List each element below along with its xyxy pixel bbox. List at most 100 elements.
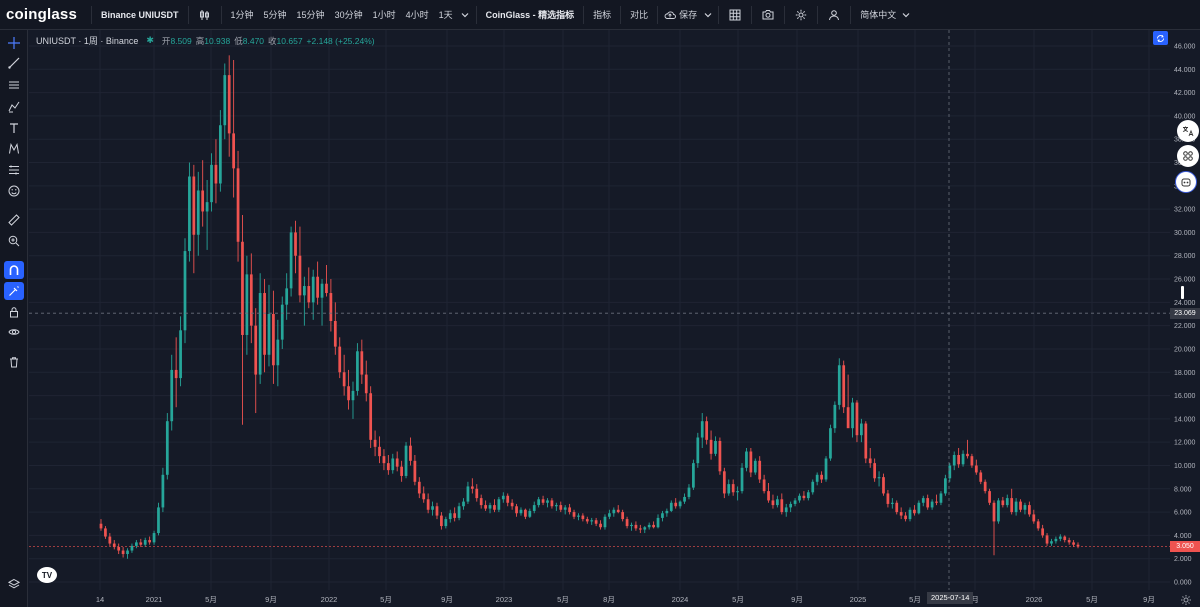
apps-button[interactable] xyxy=(1177,145,1199,167)
price-tick-label: 4.000 xyxy=(1174,533,1192,540)
candle-body xyxy=(696,437,700,464)
candle-body xyxy=(108,536,112,544)
legend-symbol[interactable]: UNIUSDT · 1周 · Binance xyxy=(36,34,138,47)
candle-body xyxy=(829,428,832,459)
candle-body xyxy=(117,547,121,551)
candle-body xyxy=(877,477,881,479)
candle-body xyxy=(444,519,448,527)
pair-title[interactable]: Binance UNIUSDT xyxy=(96,0,184,30)
pattern-icon[interactable] xyxy=(4,140,24,158)
price-tick-label: 32.000 xyxy=(1174,207,1196,214)
text-icon[interactable] xyxy=(4,119,24,137)
coinglass-logo[interactable]: coinglass xyxy=(0,6,87,23)
magnet-icon[interactable] xyxy=(4,261,24,279)
lock-icon[interactable] xyxy=(4,303,24,321)
layout-grid-icon[interactable] xyxy=(723,0,747,30)
candle-body xyxy=(749,451,753,473)
price-axis-handle[interactable] xyxy=(1181,286,1184,299)
interval-30m[interactable]: 30分钟 xyxy=(330,0,368,30)
chevron-down-icon[interactable] xyxy=(702,0,714,30)
time-tick-label: 2024 xyxy=(672,595,689,604)
time-axis-settings-icon[interactable] xyxy=(1180,593,1192,605)
layers-icon[interactable] xyxy=(4,575,24,593)
tradingview-logo[interactable]: TV xyxy=(37,567,57,583)
translate-button[interactable] xyxy=(1177,120,1199,142)
candle-body xyxy=(581,515,585,520)
user-icon[interactable] xyxy=(822,0,846,30)
candle-body xyxy=(223,75,227,126)
candle-body xyxy=(992,502,996,522)
emoji-icon[interactable] xyxy=(4,182,24,200)
legend-change-value: +2.148 (+25.24%) xyxy=(306,35,375,46)
candle-body xyxy=(616,509,620,513)
gear-icon[interactable] xyxy=(789,0,813,30)
candlestick-chart[interactable] xyxy=(29,30,1170,590)
candle-body xyxy=(974,465,978,473)
candle-body xyxy=(227,75,231,134)
candle-body xyxy=(864,423,868,459)
eye-icon[interactable] xyxy=(4,323,24,341)
chevron-down-icon[interactable] xyxy=(901,0,911,30)
chevron-down-icon[interactable] xyxy=(458,0,472,30)
cloud-save-icon[interactable] xyxy=(662,0,678,30)
candle-body xyxy=(1014,501,1018,513)
interval-5m[interactable]: 5分钟 xyxy=(259,0,292,30)
candle-body xyxy=(294,232,297,256)
candle-body xyxy=(196,190,200,235)
brush-icon[interactable] xyxy=(4,98,24,116)
camera-icon[interactable] xyxy=(756,0,780,30)
lock-drawing-icon[interactable] xyxy=(4,282,24,300)
candle-body xyxy=(382,456,386,464)
interval-4h[interactable]: 4小时 xyxy=(401,0,434,30)
compare-button[interactable]: 对比 xyxy=(625,0,653,30)
divider xyxy=(91,5,92,24)
divider xyxy=(187,5,189,24)
candle-body xyxy=(413,460,417,482)
candle-body xyxy=(152,533,156,543)
zoom-in-icon[interactable] xyxy=(4,232,24,250)
language-select[interactable]: 简体中文 xyxy=(855,0,901,30)
divider xyxy=(817,5,819,24)
indicators-button[interactable]: 指标 xyxy=(588,0,616,30)
interval-1h[interactable]: 1小时 xyxy=(368,0,401,30)
ruler-icon[interactable] xyxy=(4,211,24,229)
interval-1d[interactable]: 1天 xyxy=(434,0,458,30)
candle-body xyxy=(179,330,182,379)
candle-body xyxy=(143,540,147,545)
auto-scale-button[interactable] xyxy=(1153,31,1168,45)
interval-1m[interactable]: 1分钟 xyxy=(226,0,259,30)
price-tick-label: 8.000 xyxy=(1174,486,1192,493)
candle-body xyxy=(745,451,748,468)
candle xyxy=(988,488,991,506)
trash-icon[interactable] xyxy=(4,353,24,371)
candle-body xyxy=(1010,498,1014,513)
candle-body xyxy=(771,500,775,506)
candles-compare-icon[interactable] xyxy=(193,0,217,30)
trend-line-icon[interactable] xyxy=(4,54,24,72)
parallel-lines-icon[interactable] xyxy=(4,76,24,94)
coinglass-indicators-button[interactable]: CoinGlass - 精选指标 xyxy=(481,0,580,30)
candle-body xyxy=(1072,542,1075,545)
legend-low-value: 8.470 xyxy=(242,35,265,46)
candle-body xyxy=(789,503,793,508)
crosshair-icon[interactable] xyxy=(4,34,24,52)
candle-body xyxy=(656,517,660,528)
candle-body xyxy=(780,499,784,513)
candle-body xyxy=(621,512,625,520)
apps-icon xyxy=(1183,151,1193,161)
candle-body xyxy=(568,507,571,513)
time-axis[interactable]: 14 2021 5月 9月 2022 5月 9月 2023 5月 8月 2024 5月 9月 2025 5月… xyxy=(29,590,1200,607)
candle-body xyxy=(241,241,244,335)
assistant-button[interactable] xyxy=(1175,171,1197,193)
interval-15m[interactable]: 15分钟 xyxy=(292,0,330,30)
candle xyxy=(165,413,169,480)
candle xyxy=(745,448,748,472)
candle-body xyxy=(1041,528,1045,536)
save-button[interactable]: 保存 xyxy=(678,0,702,30)
measure-lines-icon[interactable] xyxy=(4,161,24,179)
candle-body xyxy=(669,502,673,511)
legend-visibility-icon[interactable]: ✱ xyxy=(146,35,154,46)
candle-body xyxy=(254,325,258,375)
candle-body xyxy=(232,133,235,169)
time-tick-label: 9月 xyxy=(265,595,277,604)
